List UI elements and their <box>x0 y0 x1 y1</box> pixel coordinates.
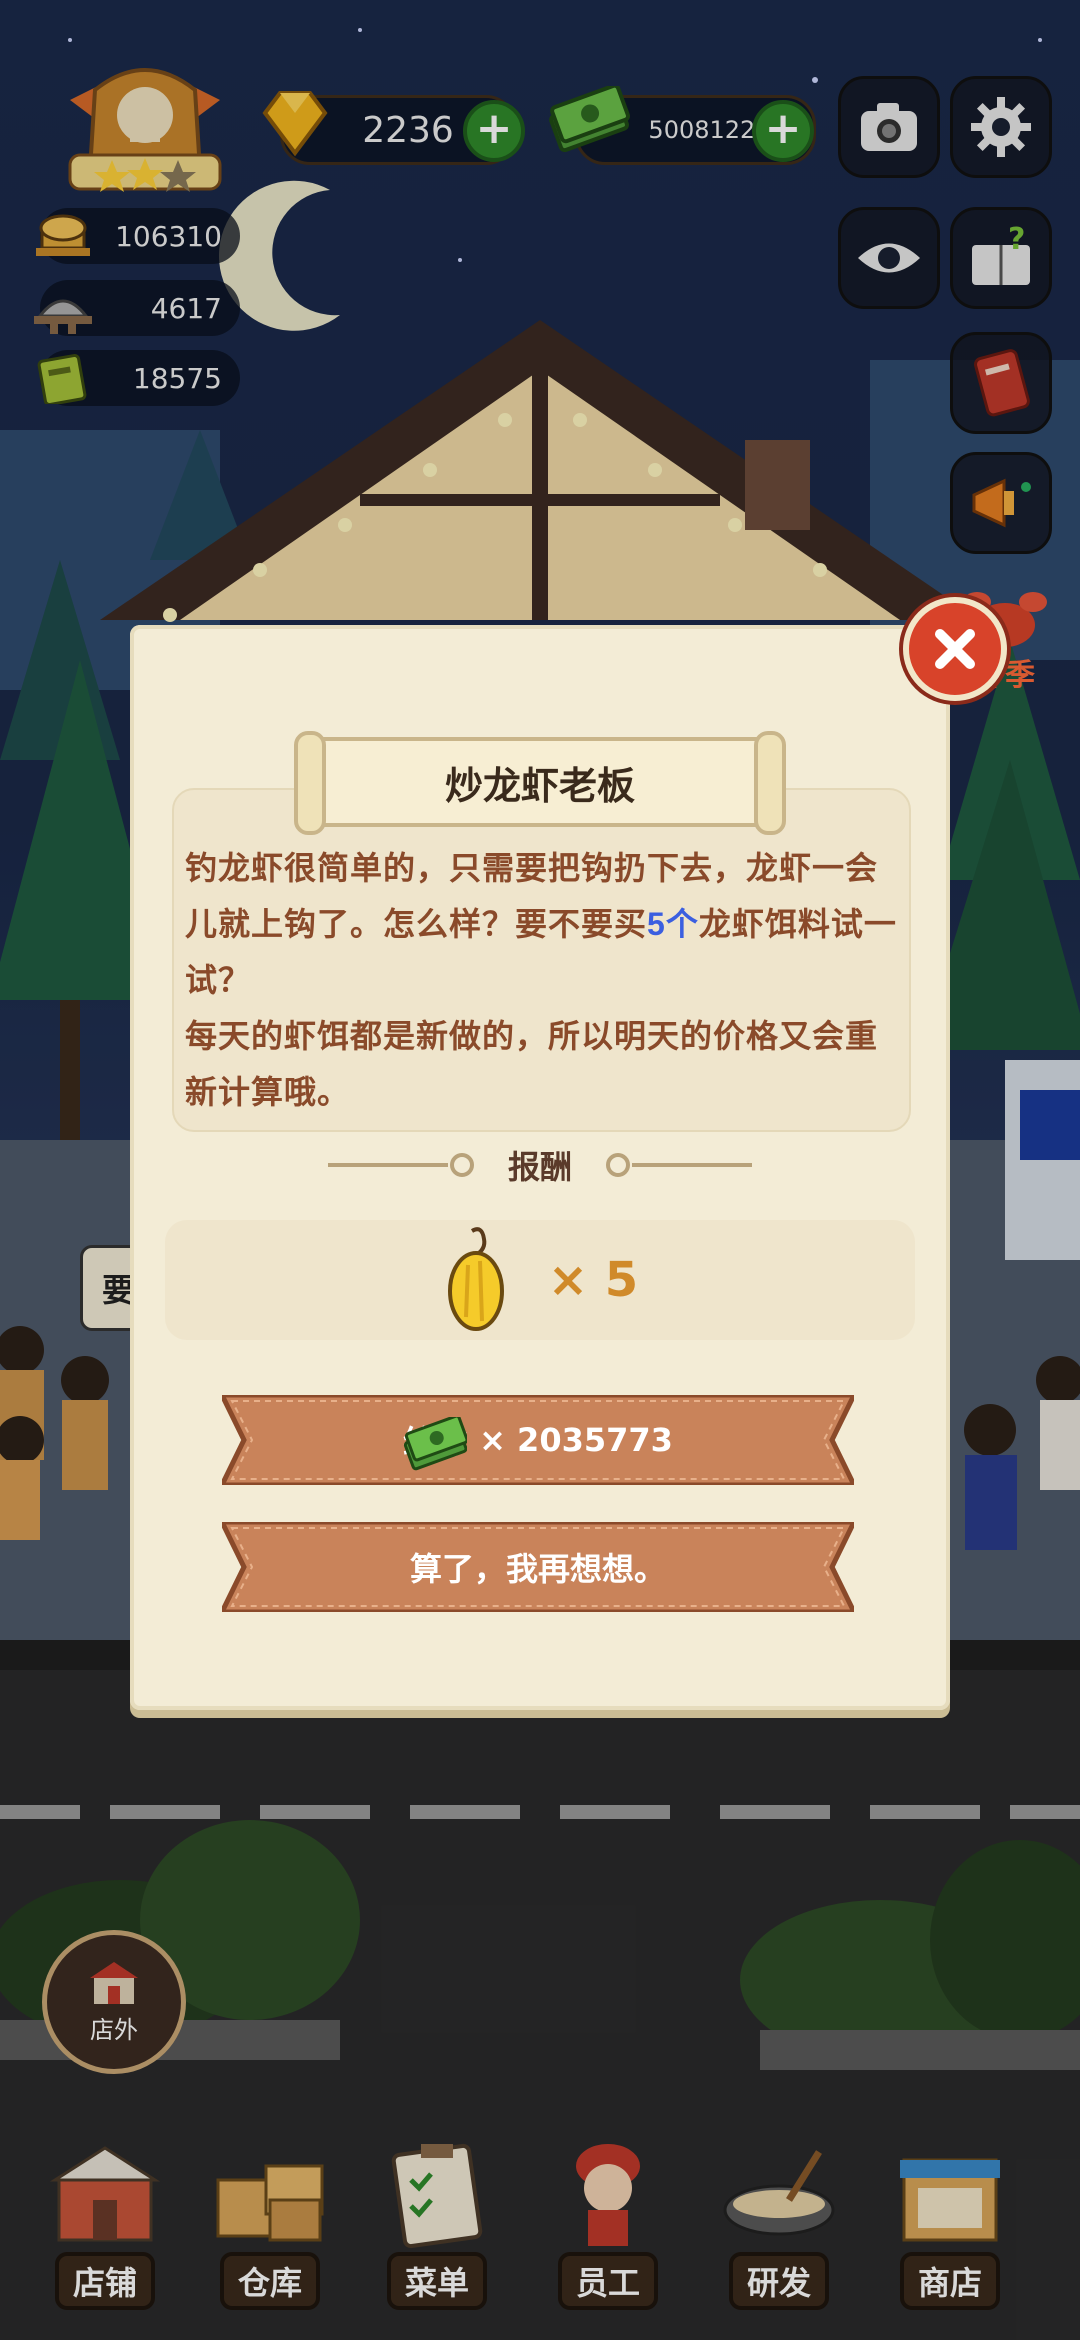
cash-bundle-icon <box>404 1417 468 1471</box>
dialog-title: 炒龙虾老板 <box>444 764 635 808</box>
pay-button-amount: × 2035773 <box>479 1421 673 1459</box>
game-scene: 要 2236 + 50081223 + ? 虾季 106310 4617 185… <box>0 0 1080 2340</box>
right-flourish <box>606 1153 752 1177</box>
dialog-body: 钓龙虾很简单的，只需要把钩扔下去，龙虾一会儿就上钩了。怎么样？要不要买5个龙虾饵… <box>185 840 900 1120</box>
reward-title: 报酬 <box>507 1148 572 1186</box>
close-button[interactable] <box>903 597 1007 701</box>
title-banner: 炒龙虾老板 <box>290 725 790 840</box>
pay-button[interactable]: 给你 × 2035773 <box>222 1395 854 1485</box>
close-icon <box>935 629 975 669</box>
dialog-body-highlight: 5个 <box>647 906 699 942</box>
dialog-body-text-3: 每天的虾饵都是新做的，所以明天的价格又会重新计算哦。 <box>185 1018 879 1110</box>
decline-button[interactable]: 算了，我再想想。 <box>222 1522 854 1612</box>
reward-box: × 5 <box>165 1220 915 1340</box>
reward-count: × 5 <box>547 1252 639 1308</box>
decline-button-label: 算了，我再想想。 <box>409 1550 666 1588</box>
reward-header: 报酬 <box>130 1140 950 1190</box>
bait-icon <box>447 1227 504 1331</box>
left-flourish <box>327 1153 474 1177</box>
